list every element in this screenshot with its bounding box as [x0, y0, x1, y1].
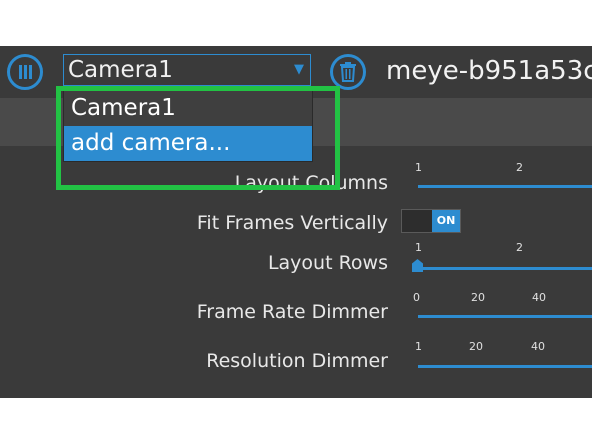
dropdown-option-add-camera[interactable]: add camera...: [64, 126, 312, 161]
camera-dropdown-menu: Camera1 add camera...: [63, 90, 313, 162]
frame-rate-dimmer-tick: 0: [413, 291, 420, 304]
layout-rows-slider-handle[interactable]: [412, 259, 423, 272]
dropdown-option-camera1[interactable]: Camera1: [64, 91, 312, 126]
layout-columns-slider[interactable]: [418, 185, 592, 188]
frame-rate-dimmer-label: Frame Rate Dimmer: [196, 301, 388, 323]
menu-button[interactable]: [7, 54, 43, 90]
frame-rate-dimmer-tick: 20: [471, 291, 485, 304]
layout-rows-label: Layout Rows: [267, 252, 388, 274]
fit-frames-vertically-label: Fit Frames Vertically: [196, 212, 388, 234]
trash-icon: [340, 62, 356, 82]
fit-frames-vertically-toggle[interactable]: ON: [401, 209, 461, 233]
layout-rows-tick: 2: [516, 241, 523, 254]
camera-select-value: Camera1: [68, 57, 173, 83]
menu-icon: [19, 65, 32, 79]
settings-panel: 1 2 Layout Columns Fit Frames Vertically…: [0, 146, 592, 398]
resolution-dimmer-tick: 40: [531, 340, 545, 353]
layout-columns-tick: 1: [415, 161, 422, 174]
camera-title: meye-b951a53c: [386, 56, 592, 86]
camera-select[interactable]: Camera1 ▼: [63, 54, 311, 86]
resolution-dimmer-slider[interactable]: [418, 365, 592, 368]
layout-columns-label: Layout Columns: [234, 172, 388, 194]
resolution-dimmer-label: Resolution Dimmer: [206, 350, 388, 372]
resolution-dimmer-tick: 1: [415, 340, 422, 353]
layout-rows-tick: 1: [415, 241, 422, 254]
layout-rows-slider[interactable]: [418, 267, 592, 270]
toggle-on-label: ON: [432, 210, 460, 232]
frame-rate-dimmer-slider[interactable]: [418, 315, 592, 318]
chevron-down-icon: ▼: [294, 62, 304, 77]
frame-rate-dimmer-tick: 40: [532, 291, 546, 304]
delete-camera-button[interactable]: [330, 54, 366, 90]
resolution-dimmer-tick: 20: [469, 340, 483, 353]
layout-columns-tick: 2: [516, 161, 523, 174]
